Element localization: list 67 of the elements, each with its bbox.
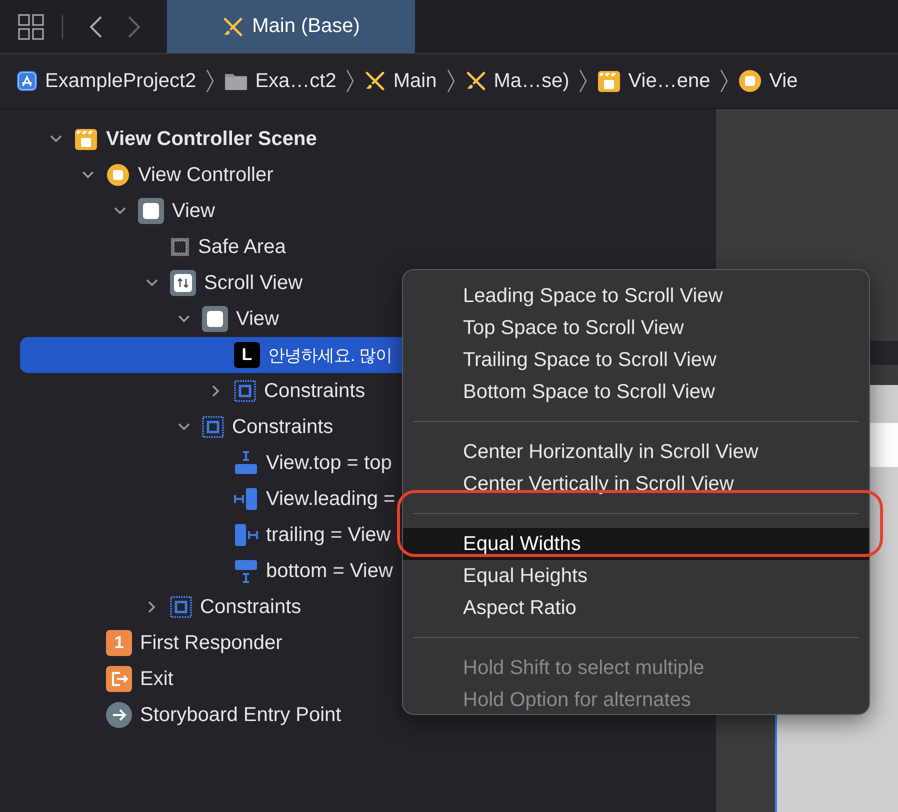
constraints-icon [234, 380, 256, 402]
outline-item: View.top = top [266, 452, 392, 474]
clapperboard-icon [74, 127, 98, 151]
constraints-icon [202, 416, 224, 438]
controller-icon [738, 69, 762, 93]
exit-icon [106, 666, 132, 692]
view-icon [138, 198, 164, 224]
menu-item[interactable]: Leading Space to Scroll View [403, 280, 869, 312]
outline-item: 안녕하세요. 많이 [268, 344, 392, 366]
outline-row[interactable]: Safe Area [20, 229, 716, 265]
menu-item[interactable]: Equal Widths [403, 528, 869, 560]
breadcrumb-item[interactable]: Vie…ene [628, 70, 710, 92]
back-icon[interactable] [89, 14, 103, 38]
breadcrumb-item[interactable]: Exa…ct2 [255, 70, 336, 92]
menu-item: Hold Option for alternates [462, 688, 692, 713]
app-icon [16, 70, 38, 92]
storyboard-icon [364, 70, 386, 92]
controller-icon [106, 163, 130, 187]
leading-constraint-icon [234, 487, 258, 511]
breadcrumb-item[interactable]: ExampleProject2 [45, 70, 196, 92]
top-constraint-icon [234, 451, 258, 475]
view-icon [202, 306, 228, 332]
clapperboard-icon [597, 69, 622, 93]
chevron-icon [205, 68, 216, 94]
menu-item[interactable]: Center Horizontally in Scroll View [403, 436, 869, 468]
outline-item: First Responder [140, 632, 282, 654]
storyboard-icon [222, 16, 244, 38]
outline-row[interactable]: View Controller [20, 157, 716, 193]
outline-item: Constraints [200, 596, 302, 618]
outline-item: Storyboard Entry Point [140, 704, 342, 726]
breadcrumb-item[interactable]: Main [393, 70, 437, 92]
constraints-icon [170, 596, 192, 618]
folder-icon [224, 71, 248, 91]
editor-tab[interactable]: Main (Base) [167, 0, 415, 53]
outline-item: Exit [140, 668, 174, 690]
outline-item: bottom = View [266, 560, 393, 582]
chevron-icon [446, 68, 456, 94]
chevron-icon [345, 68, 356, 94]
breadcrumb-item[interactable]: Vie [769, 70, 798, 92]
bottom-constraint-icon [234, 559, 258, 583]
outline-item: View Controller [138, 164, 274, 186]
breadcrumb-item[interactable]: Ma…se) [494, 70, 570, 92]
outline-item: Constraints [232, 416, 334, 438]
outline-item: View.leading = [266, 488, 396, 510]
outline-item: View Controller Scene [106, 128, 317, 150]
menu-item[interactable]: Aspect Ratio [403, 592, 869, 624]
grid-icon[interactable] [18, 14, 44, 40]
scroll-view-icon [170, 270, 196, 296]
safe-area-icon [170, 237, 190, 257]
storyboard-icon [464, 70, 487, 92]
outline-item: Constraints [264, 380, 366, 402]
trailing-constraint-icon [234, 523, 258, 547]
outline-item: Safe Area [198, 236, 286, 258]
outline-item: Scroll View [204, 272, 303, 294]
menu-item[interactable]: Bottom Space to Scroll View [403, 376, 869, 408]
outline-row[interactable]: View [20, 193, 716, 229]
outline-item: View [236, 308, 279, 330]
chevron-icon [578, 68, 588, 94]
chevron-icon [719, 68, 730, 94]
outline-item: trailing = View [266, 524, 391, 546]
outline-item: View [172, 200, 215, 222]
number-icon: 1 [106, 630, 132, 656]
menu-item: Hold Shift to select multiple [462, 656, 706, 681]
outline-row[interactable]: View Controller Scene [20, 121, 716, 157]
label-icon: L [234, 342, 260, 368]
menu-item[interactable]: Center Vertically in Scroll View [403, 468, 869, 500]
menu-item[interactable]: Equal Heights [403, 560, 869, 592]
